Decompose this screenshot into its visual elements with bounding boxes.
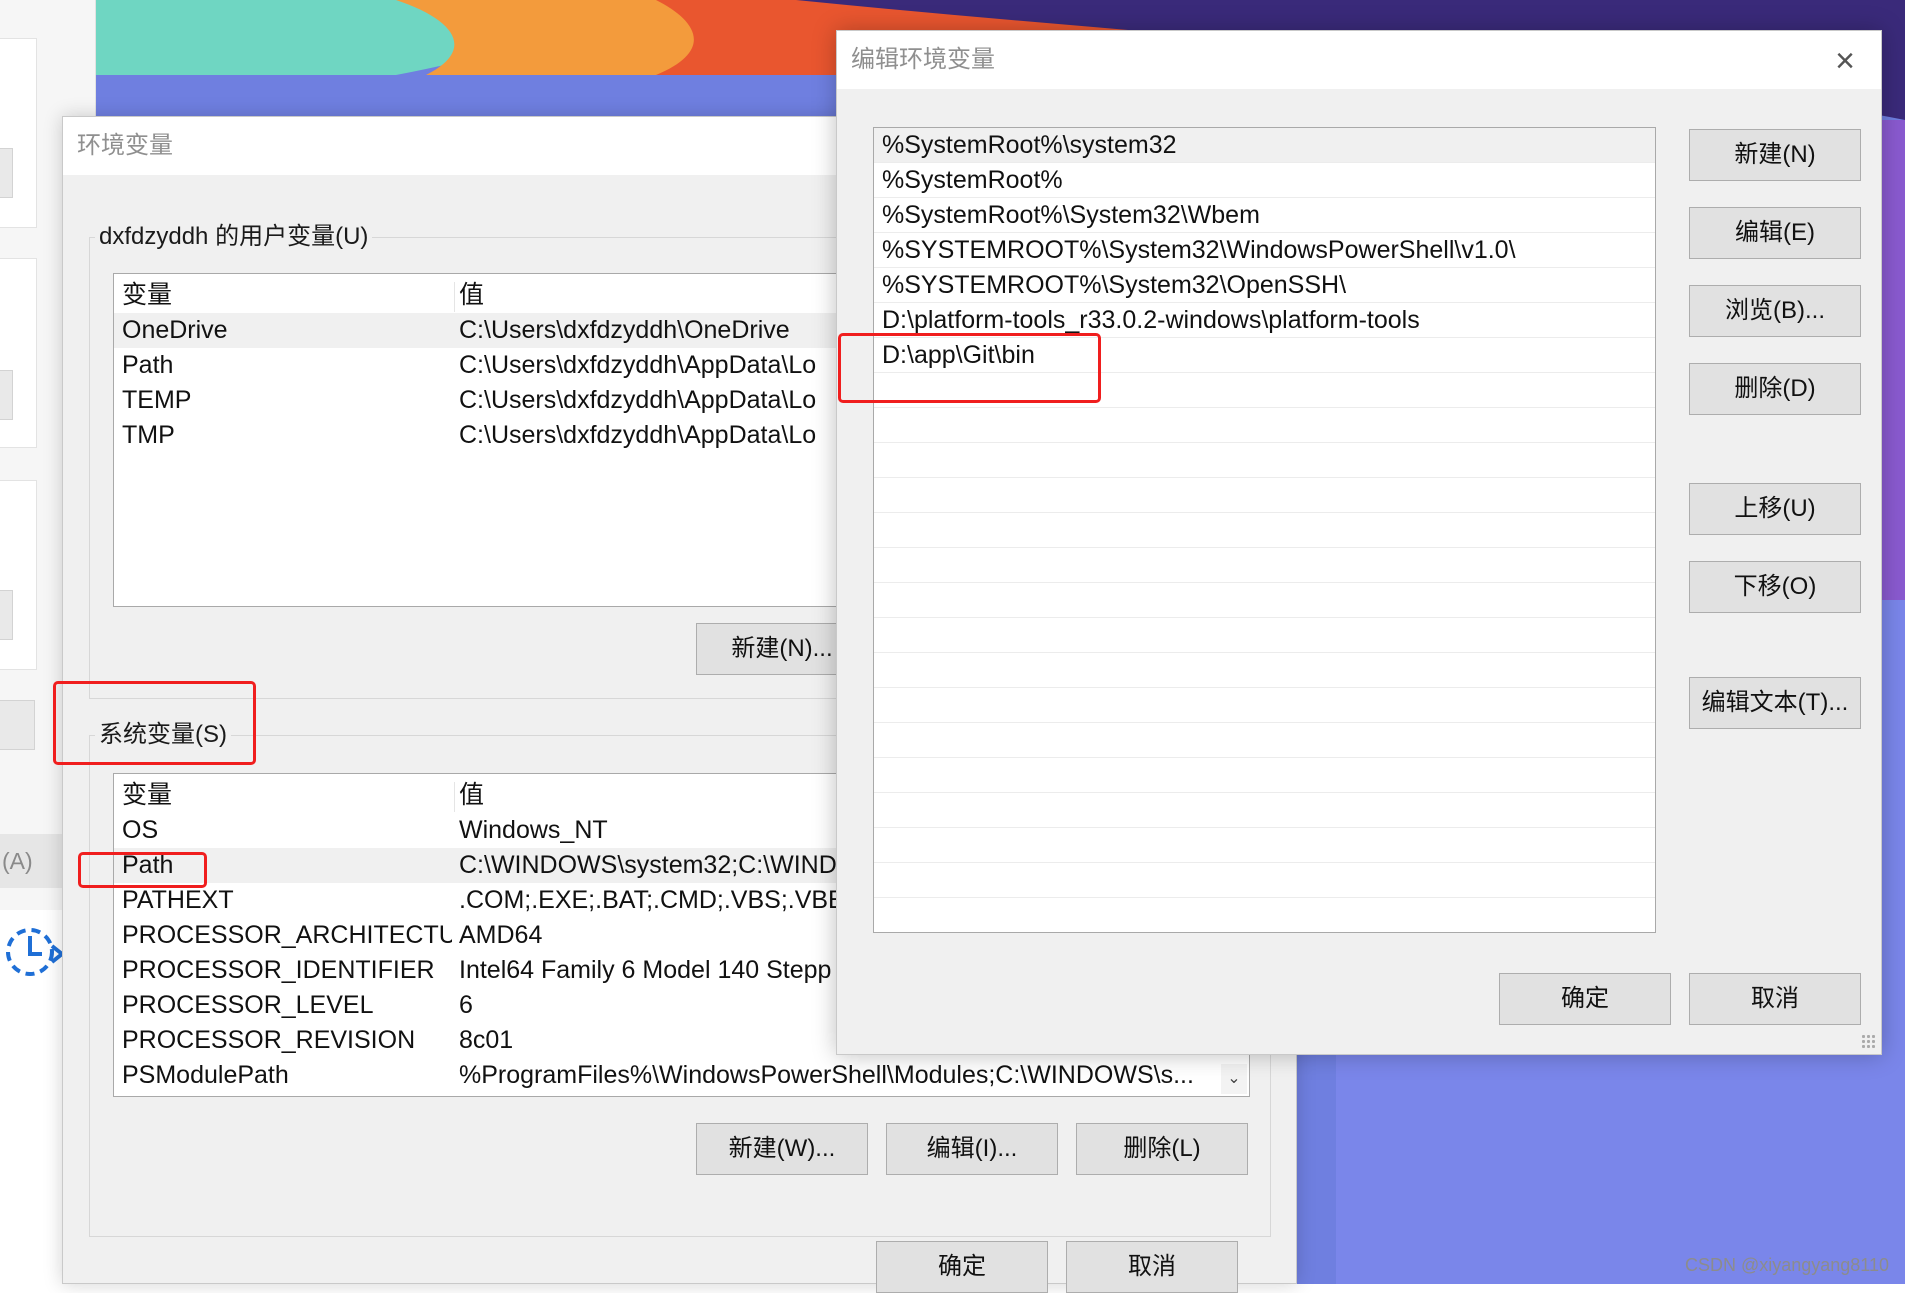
edit-environment-variable-window: 编辑环境变量 × %SystemRoot%\system32 %SystemRo…	[836, 30, 1882, 1055]
variable-value: C:\Users\dxfdzyddh\AppData\Lo	[459, 386, 817, 414]
watermark: CSDN @xiyangyang8110	[1684, 1255, 1889, 1275]
scroll-down-icon[interactable]: ⌄	[1221, 1064, 1247, 1094]
variable-value: AMD64	[459, 921, 543, 949]
variable-value: 8c01	[459, 1026, 514, 1054]
list-item[interactable]: %SystemRoot%\System32\Wbem	[874, 198, 1655, 233]
variable-name: PROCESSOR_IDENTIFIER	[122, 956, 435, 984]
restore-icon[interactable]	[2, 922, 66, 980]
resize-grip-icon[interactable]	[1861, 1034, 1877, 1050]
env-ok-button[interactable]: 确定	[876, 1241, 1048, 1293]
settings-card-button[interactable]	[0, 370, 13, 420]
variable-value: .COM;.EXE;.BAT;.CMD;.VBS;.VBE;.J	[459, 886, 872, 914]
edit-window-title: 编辑环境变量	[837, 31, 1881, 89]
variable-value: C:\WINDOWS\system32;C:\WIND	[459, 851, 837, 879]
variable-name: Path	[122, 351, 174, 379]
variable-value: C:\Users\dxfdzyddh\AppData\Lo	[459, 351, 817, 379]
system-new-button[interactable]: 新建(W)...	[696, 1123, 868, 1175]
path-entries-list[interactable]: %SystemRoot%\system32 %SystemRoot% %Syst…	[873, 127, 1656, 933]
variable-value: %ProgramFiles%\WindowsPowerShell\Modules…	[459, 1061, 1194, 1089]
empty-row[interactable]	[874, 898, 1655, 932]
system-edit-button[interactable]: 编辑(I)...	[886, 1123, 1058, 1175]
empty-row[interactable]	[874, 478, 1655, 513]
edit-text-button[interactable]: 编辑文本(T)...	[1689, 677, 1861, 729]
empty-row[interactable]	[874, 758, 1655, 793]
edit-cancel-button[interactable]: 取消	[1689, 973, 1861, 1025]
highlight-system-variables	[53, 681, 256, 765]
settings-card-button[interactable]	[0, 700, 35, 750]
variable-value: 6	[459, 991, 473, 1019]
empty-row[interactable]	[874, 408, 1655, 443]
settings-card	[0, 38, 37, 228]
list-item[interactable]: %SystemRoot%\system32	[874, 128, 1655, 163]
empty-row[interactable]	[874, 688, 1655, 723]
path-browse-button[interactable]: 浏览(B)...	[1689, 285, 1861, 337]
variable-name: OS	[122, 816, 159, 844]
list-item[interactable]: %SYSTEMROOT%\System32\WindowsPowerShell\…	[874, 233, 1655, 268]
empty-row[interactable]	[874, 618, 1655, 653]
empty-row[interactable]	[874, 583, 1655, 618]
empty-row[interactable]	[874, 793, 1655, 828]
variable-value: C:\Users\dxfdzyddh\AppData\Lo	[459, 421, 817, 449]
empty-row[interactable]	[874, 723, 1655, 758]
list-item[interactable]: %SystemRoot%	[874, 163, 1655, 198]
path-delete-button[interactable]: 删除(D)	[1689, 363, 1861, 415]
apply-button-fragment[interactable]: (A)	[0, 834, 62, 888]
variable-name: TMP	[122, 421, 175, 449]
empty-row[interactable]	[874, 548, 1655, 583]
empty-row[interactable]	[874, 863, 1655, 898]
column-header-value[interactable]: 值	[459, 778, 484, 813]
highlight-path-row	[78, 852, 207, 888]
variable-name: PSModulePath	[122, 1061, 289, 1089]
list-item[interactable]: %SYSTEMROOT%\System32\OpenSSH\	[874, 268, 1655, 303]
settings-card-button[interactable]	[0, 148, 13, 198]
variable-name: OneDrive	[122, 316, 228, 344]
edit-ok-button[interactable]: 确定	[1499, 973, 1671, 1025]
env-cancel-button[interactable]: 取消	[1066, 1241, 1238, 1293]
move-up-button[interactable]: 上移(U)	[1689, 483, 1861, 535]
variable-value: Windows_NT	[459, 816, 608, 844]
path-edit-button[interactable]: 编辑(E)	[1689, 207, 1861, 259]
variable-name: PATHEXT	[122, 886, 234, 914]
variable-name: PROCESSOR_REVISION	[122, 1026, 416, 1054]
settings-card-button[interactable]	[0, 590, 13, 640]
table-row[interactable]: PSModulePath %ProgramFiles%\WindowsPower…	[114, 1058, 1249, 1093]
move-down-button[interactable]: 下移(O)	[1689, 561, 1861, 613]
variable-value: Intel64 Family 6 Model 140 Stepp	[459, 956, 832, 984]
close-icon[interactable]: ×	[1827, 43, 1863, 79]
system-delete-button[interactable]: 删除(L)	[1076, 1123, 1248, 1175]
column-header-variable[interactable]: 变量	[122, 278, 452, 313]
column-header-variable[interactable]: 变量	[122, 778, 452, 813]
empty-row[interactable]	[874, 828, 1655, 863]
highlight-git-bin-entry	[838, 333, 1101, 403]
empty-row[interactable]	[874, 513, 1655, 548]
variable-value: C:\Users\dxfdzyddh\OneDrive	[459, 316, 790, 344]
user-variables-label: dxfdzyddh 的用户变量(U)	[95, 221, 373, 253]
path-new-button[interactable]: 新建(N)	[1689, 129, 1861, 181]
settings-card	[0, 480, 37, 670]
variable-name: TEMP	[122, 386, 192, 414]
empty-row[interactable]	[874, 443, 1655, 478]
variable-name: PROCESSOR_ARCHITECTU...	[122, 921, 452, 949]
empty-row[interactable]	[874, 653, 1655, 688]
column-header-value[interactable]: 值	[459, 278, 484, 313]
variable-name: PROCESSOR_LEVEL	[122, 991, 374, 1019]
